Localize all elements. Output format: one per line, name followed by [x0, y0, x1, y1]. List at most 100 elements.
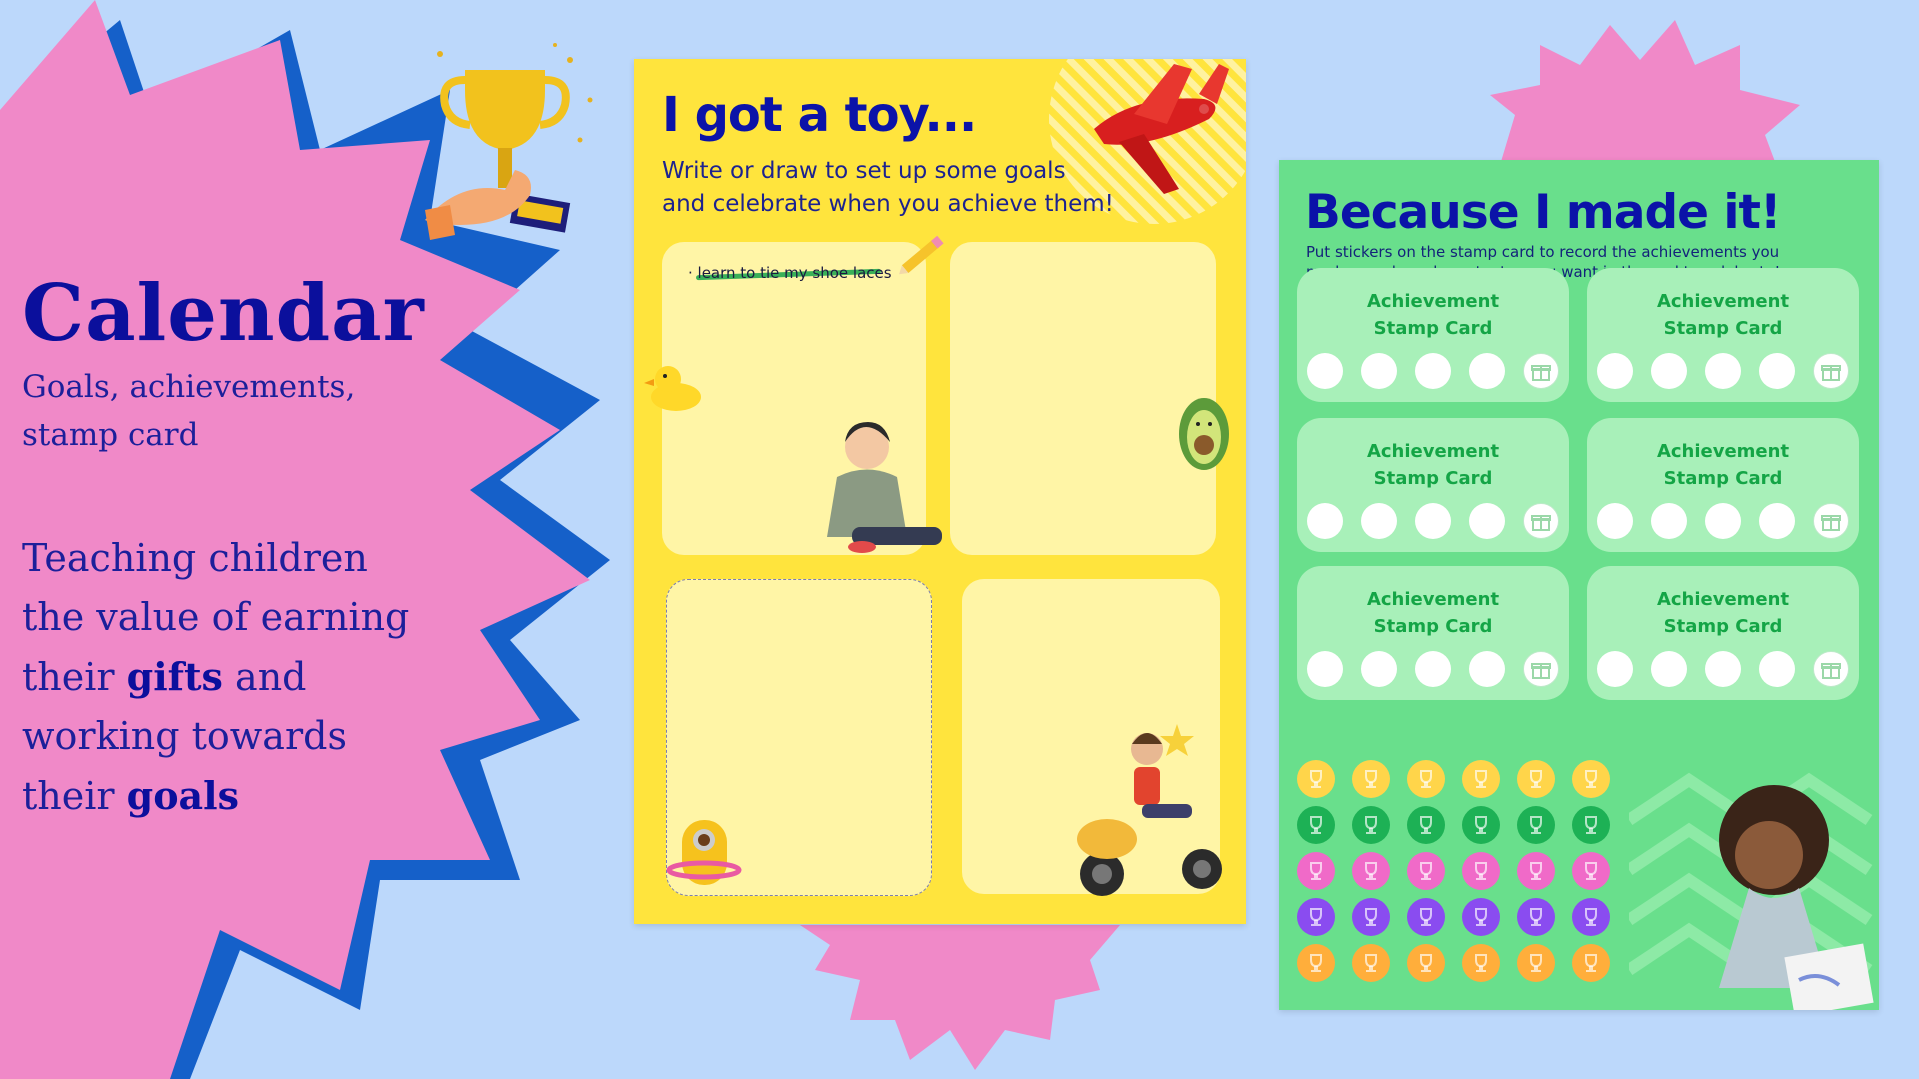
trophy-sticker-icon[interactable]: [1352, 852, 1390, 890]
stamp-slot[interactable]: [1361, 353, 1397, 389]
trophy-sticker-icon[interactable]: [1407, 898, 1445, 936]
description: Teaching children the value of earning t…: [22, 529, 462, 826]
stamp-card-title: Achievement Stamp Card: [1587, 288, 1859, 342]
gift-stamp-slot[interactable]: [1813, 353, 1849, 389]
card-title-line: Achievement: [1656, 291, 1790, 312]
stamp-slot[interactable]: [1651, 503, 1687, 539]
trophy-sticker-icon[interactable]: [1407, 944, 1445, 982]
stamp-card: Achievement Stamp Card: [1297, 418, 1569, 552]
trophy-sticker-icon[interactable]: [1352, 806, 1390, 844]
text-span: their: [22, 655, 127, 699]
poster-subtitle: Write or draw to set up some goals and c…: [662, 155, 1182, 221]
stamp-slot[interactable]: [1307, 651, 1343, 687]
stamp-slot[interactable]: [1759, 503, 1795, 539]
trophy-sticker-icon[interactable]: [1572, 806, 1610, 844]
stamp-slot[interactable]: [1361, 503, 1397, 539]
stamp-card-title: Achievement Stamp Card: [1297, 586, 1569, 640]
stamp-card: Achievement Stamp Card: [1587, 566, 1859, 700]
emphasis-gifts: gifts: [126, 654, 223, 699]
stamp-slot[interactable]: [1651, 651, 1687, 687]
trophy-sticker-icon[interactable]: [1297, 852, 1335, 890]
stamp-card-poster: Because I made it! Put stickers on the s…: [1279, 160, 1879, 1010]
trophy-sticker-icon[interactable]: [1517, 898, 1555, 936]
subtitle-line: Goals, achievements,: [22, 369, 356, 405]
small-burst-top-right: [1490, 20, 1800, 175]
trophy-sticker-icon[interactable]: [1407, 760, 1445, 798]
trophy-sticker-icon[interactable]: [1462, 944, 1500, 982]
stamp-slot[interactable]: [1597, 651, 1633, 687]
description-line: Teaching children: [22, 536, 368, 580]
goal-box-3[interactable]: [666, 579, 932, 896]
gift-icon: [1821, 515, 1841, 531]
poster-title: I got a toy...: [662, 87, 977, 143]
stamp-slot[interactable]: [1651, 353, 1687, 389]
stamp-slot[interactable]: [1469, 503, 1505, 539]
card-title-line: Stamp Card: [1373, 616, 1493, 637]
stamp-slot[interactable]: [1307, 353, 1343, 389]
card-title-line: Stamp Card: [1373, 318, 1493, 339]
gift-icon: [1821, 365, 1841, 381]
child-drawing-illustration: [1719, 785, 1874, 1010]
stamp-slot[interactable]: [1415, 651, 1451, 687]
trophy-sticker-icon[interactable]: [1297, 944, 1335, 982]
stamp-slot[interactable]: [1705, 503, 1741, 539]
stamp-slot[interactable]: [1597, 503, 1633, 539]
child-tying-shoes-illustration: [827, 422, 942, 553]
trophy-sticker-icon[interactable]: [1572, 944, 1610, 982]
text-span: their: [22, 774, 127, 818]
stamp-slot[interactable]: [1415, 503, 1451, 539]
trophy-sticker-icon[interactable]: [1297, 806, 1335, 844]
emphasis-goals: goals: [126, 773, 240, 818]
card-title-line: Achievement: [1656, 589, 1790, 610]
trophy-sticker-icon[interactable]: [1517, 944, 1555, 982]
gift-stamp-slot[interactable]: [1813, 503, 1849, 539]
gift-stamp-slot[interactable]: [1523, 353, 1559, 389]
trophy-sticker-icon[interactable]: [1517, 806, 1555, 844]
stamp-slot[interactable]: [1415, 353, 1451, 389]
trophy-sticker-icon[interactable]: [1462, 852, 1500, 890]
trophy-sticker-icon[interactable]: [1462, 760, 1500, 798]
stamp-card: Achievement Stamp Card: [1587, 418, 1859, 552]
trophy-sticker-icon[interactable]: [1517, 760, 1555, 798]
trophy-sticker-icon[interactable]: [1462, 898, 1500, 936]
trophy-icon: [425, 43, 593, 240]
trophy-sticker-icon[interactable]: [1297, 760, 1335, 798]
stamp-slot[interactable]: [1469, 353, 1505, 389]
text-span: and: [222, 655, 307, 699]
trophy-sticker-icon[interactable]: [1572, 760, 1610, 798]
intro-text-block: Calendar Goals, achievements, stamp card…: [22, 275, 462, 826]
trophy-sticker-icon[interactable]: [1297, 898, 1335, 936]
trophy-sticker-icon[interactable]: [1352, 944, 1390, 982]
stamp-slot[interactable]: [1307, 503, 1343, 539]
description-line: their gifts and: [22, 647, 462, 707]
trophy-sticker-icon[interactable]: [1352, 760, 1390, 798]
stamp-slot[interactable]: [1705, 651, 1741, 687]
poster-title: Because I made it!: [1305, 185, 1781, 240]
stamp-slot[interactable]: [1469, 651, 1505, 687]
card-title-line: Achievement: [1366, 291, 1500, 312]
minion-toy-illustration: [666, 820, 742, 885]
trophy-sticker-icon[interactable]: [1517, 852, 1555, 890]
trophy-sticker-icon[interactable]: [1407, 852, 1445, 890]
trophy-sticker-icon[interactable]: [1407, 806, 1445, 844]
stamp-card-title: Achievement Stamp Card: [1297, 288, 1569, 342]
trophy-sticker-icon[interactable]: [1352, 898, 1390, 936]
stamp-slot[interactable]: [1705, 353, 1741, 389]
card-title-line: Stamp Card: [1663, 616, 1783, 637]
trophy-sticker-icon[interactable]: [1462, 806, 1500, 844]
subtitle-line: and celebrate when you achieve them!: [662, 191, 1114, 217]
stamp-card-title: Achievement Stamp Card: [1587, 586, 1859, 640]
stamp-slot[interactable]: [1597, 353, 1633, 389]
stamp-slot[interactable]: [1361, 651, 1397, 687]
gift-stamp-slot[interactable]: [1813, 651, 1849, 687]
trophy-sticker-icon[interactable]: [1572, 898, 1610, 936]
rubber-duck-icon: [644, 366, 701, 411]
gift-stamp-slot[interactable]: [1523, 503, 1559, 539]
stamp-slot[interactable]: [1759, 353, 1795, 389]
goal-box-4[interactable]: [962, 579, 1222, 896]
gift-icon: [1531, 365, 1551, 381]
trophy-sticker-icon[interactable]: [1572, 852, 1610, 890]
gift-icon: [1531, 663, 1551, 679]
stamp-slot[interactable]: [1759, 651, 1795, 687]
gift-stamp-slot[interactable]: [1523, 651, 1559, 687]
